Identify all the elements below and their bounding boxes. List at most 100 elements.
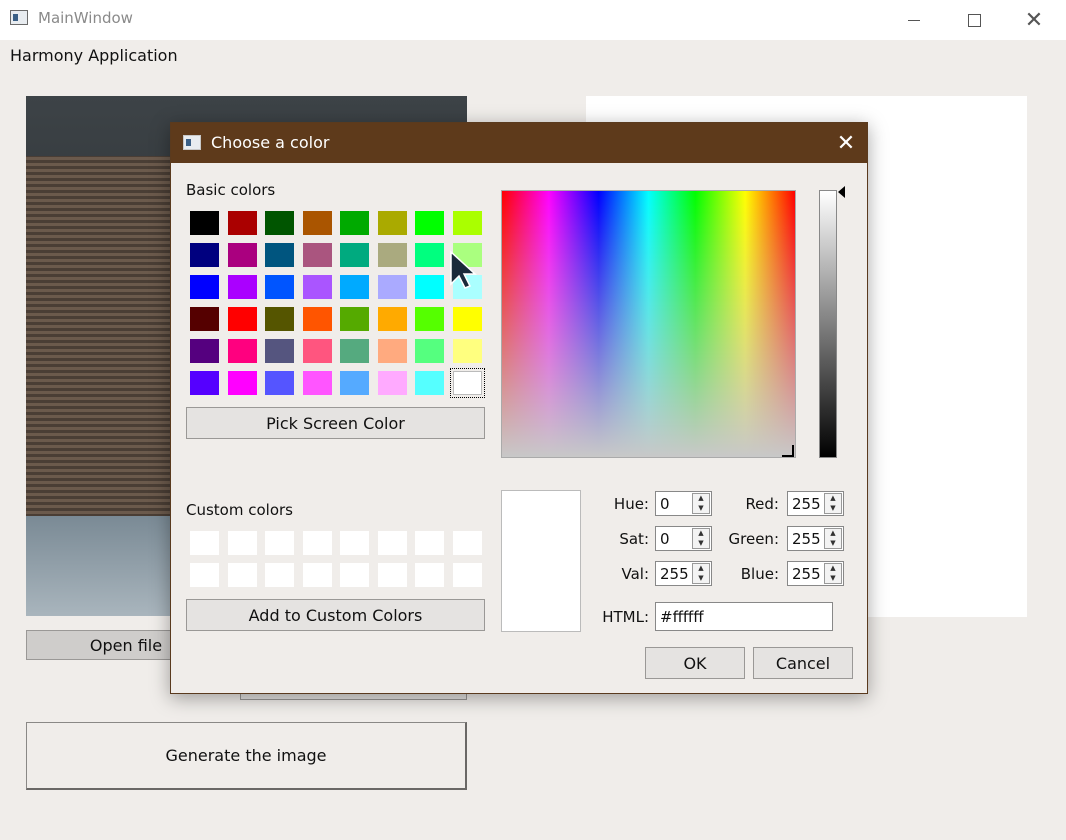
basic-color-swatch[interactable]: [227, 275, 257, 299]
basic-color-swatch[interactable]: [227, 243, 257, 267]
basic-color-swatch[interactable]: [302, 275, 332, 299]
basic-color-swatch[interactable]: [190, 371, 219, 395]
basic-color-swatch[interactable]: [265, 275, 294, 299]
sat-spinbox[interactable]: 0 ▲ ▼: [655, 526, 712, 551]
basic-color-swatch[interactable]: [340, 243, 369, 267]
basic-color-swatch[interactable]: [265, 339, 294, 363]
spin-down-icon[interactable]: ▼: [693, 574, 709, 584]
dialog-close-button[interactable]: ✕: [831, 129, 861, 157]
basic-color-swatch[interactable]: [265, 243, 294, 267]
custom-color-swatch[interactable]: [265, 563, 294, 587]
val-spinbox[interactable]: 255 ▲ ▼: [655, 561, 712, 586]
blue-value: 255: [792, 564, 821, 583]
red-label: Red:: [745, 495, 779, 513]
spin-down-icon[interactable]: ▼: [693, 504, 709, 514]
basic-color-swatch[interactable]: [227, 371, 257, 395]
green-spinbox[interactable]: 255 ▲ ▼: [787, 526, 844, 551]
spin-up-icon[interactable]: ▲: [825, 494, 841, 504]
add-to-custom-colors-button[interactable]: Add to Custom Colors: [186, 599, 485, 631]
red-spinbox[interactable]: 255 ▲ ▼: [787, 491, 844, 516]
basic-color-swatch[interactable]: [190, 275, 219, 299]
basic-color-swatch[interactable]: [302, 243, 332, 267]
basic-color-swatch[interactable]: [452, 307, 482, 331]
basic-color-swatch[interactable]: [452, 339, 482, 363]
cancel-button[interactable]: Cancel: [753, 647, 853, 679]
basic-color-swatch[interactable]: [265, 211, 294, 235]
basic-color-swatch[interactable]: [415, 243, 444, 267]
basic-color-swatch[interactable]: [227, 307, 257, 331]
minimize-icon: [908, 19, 920, 21]
pick-screen-color-button[interactable]: Pick Screen Color: [186, 407, 485, 439]
minimize-button[interactable]: [884, 0, 944, 40]
spin-up-icon[interactable]: ▲: [825, 564, 841, 574]
basic-color-swatch[interactable]: [415, 307, 444, 331]
html-color-input[interactable]: #ffffff: [655, 602, 833, 631]
basic-color-swatch[interactable]: [377, 243, 407, 267]
basic-color-swatch[interactable]: [302, 307, 332, 331]
spin-down-icon[interactable]: ▼: [693, 539, 709, 549]
spin-down-icon[interactable]: ▼: [825, 504, 841, 514]
basic-color-swatch[interactable]: [340, 371, 369, 395]
blue-label: Blue:: [740, 565, 779, 583]
picker-crosshair[interactable]: [782, 445, 794, 457]
hue-spinbox[interactable]: 0 ▲ ▼: [655, 491, 712, 516]
custom-color-swatch[interactable]: [377, 563, 407, 587]
custom-color-swatch[interactable]: [452, 531, 482, 555]
custom-color-swatch[interactable]: [452, 563, 482, 587]
app-label: Harmony Application: [10, 46, 178, 65]
spin-down-icon[interactable]: ▼: [825, 539, 841, 549]
basic-color-swatch[interactable]: [302, 211, 332, 235]
basic-color-swatch[interactable]: [227, 339, 257, 363]
custom-color-swatch[interactable]: [227, 563, 257, 587]
basic-color-swatch[interactable]: [190, 243, 219, 267]
custom-color-swatch[interactable]: [265, 531, 294, 555]
spin-up-icon[interactable]: ▲: [825, 529, 841, 539]
maximize-icon: [967, 13, 981, 27]
luminance-pointer-icon[interactable]: [838, 186, 845, 198]
basic-color-swatch[interactable]: [190, 307, 219, 331]
luminance-slider[interactable]: [819, 190, 837, 458]
basic-color-swatch[interactable]: [377, 307, 407, 331]
basic-color-swatch[interactable]: [452, 211, 482, 235]
generate-image-button[interactable]: Generate the image: [26, 722, 467, 790]
custom-color-swatch[interactable]: [227, 531, 257, 555]
custom-color-swatch[interactable]: [340, 531, 369, 555]
basic-color-swatch[interactable]: [190, 339, 219, 363]
ok-button[interactable]: OK: [645, 647, 745, 679]
basic-color-swatch[interactable]: [415, 371, 444, 395]
window-close-button[interactable]: ✕: [1004, 0, 1064, 40]
custom-color-swatch[interactable]: [302, 531, 332, 555]
basic-color-swatch[interactable]: [415, 339, 444, 363]
spin-down-icon[interactable]: ▼: [825, 574, 841, 584]
basic-color-swatch[interactable]: [340, 211, 369, 235]
basic-color-swatch[interactable]: [415, 275, 444, 299]
basic-color-swatch[interactable]: [190, 211, 219, 235]
basic-color-swatch[interactable]: [377, 275, 407, 299]
spin-up-icon[interactable]: ▲: [693, 529, 709, 539]
custom-color-swatch[interactable]: [377, 531, 407, 555]
spin-up-icon[interactable]: ▲: [693, 564, 709, 574]
custom-color-swatch[interactable]: [190, 531, 219, 555]
custom-color-swatch[interactable]: [340, 563, 369, 587]
custom-color-swatch[interactable]: [190, 563, 219, 587]
custom-color-swatch[interactable]: [415, 531, 444, 555]
basic-color-swatch[interactable]: [377, 371, 407, 395]
basic-color-swatch[interactable]: [340, 275, 369, 299]
basic-color-swatch[interactable]: [449, 368, 485, 398]
custom-color-swatch[interactable]: [302, 563, 332, 587]
basic-color-swatch[interactable]: [415, 211, 444, 235]
basic-color-swatch[interactable]: [302, 371, 332, 395]
basic-color-swatch[interactable]: [265, 371, 294, 395]
basic-color-swatch[interactable]: [340, 307, 369, 331]
basic-color-swatch[interactable]: [377, 211, 407, 235]
hue-saturation-picker[interactable]: [501, 190, 796, 458]
basic-color-swatch[interactable]: [377, 339, 407, 363]
blue-spinbox[interactable]: 255 ▲ ▼: [787, 561, 844, 586]
custom-color-swatch[interactable]: [415, 563, 444, 587]
spin-up-icon[interactable]: ▲: [693, 494, 709, 504]
basic-color-swatch[interactable]: [265, 307, 294, 331]
basic-color-swatch[interactable]: [227, 211, 257, 235]
maximize-button[interactable]: [944, 0, 1004, 40]
basic-color-swatch[interactable]: [302, 339, 332, 363]
basic-color-swatch[interactable]: [340, 339, 369, 363]
